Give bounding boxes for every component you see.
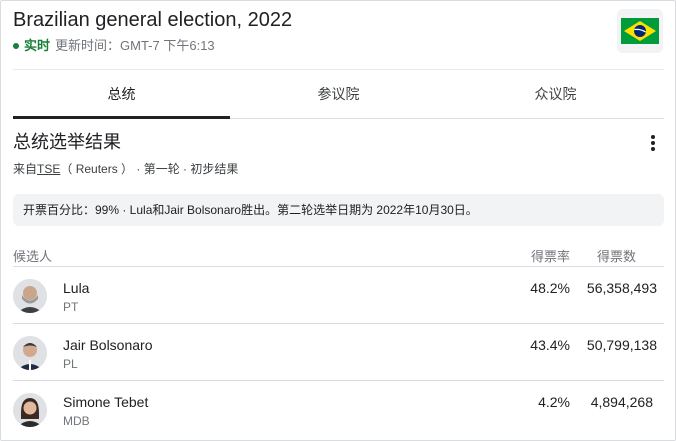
- column-candidate: 候选人: [13, 249, 53, 264]
- candidate-name: Simone Tebet: [63, 394, 149, 410]
- page-title: Brazilian general election, 2022: [13, 9, 293, 31]
- tab-senate[interactable]: 参议院: [230, 70, 447, 118]
- candidate-avatar: [13, 393, 47, 427]
- candidate-name: Jair Bolsonaro: [63, 337, 153, 353]
- table-row[interactable]: Simone Tebet MDB 4.2% 4,894,268: [13, 381, 664, 437]
- candidate-party: MDB: [63, 414, 90, 428]
- candidate-party: PT: [63, 300, 79, 314]
- table-row[interactable]: Jair Bolsonaro PL 43.4% 50,799,138: [13, 324, 664, 381]
- results-title: 总统选举结果: [13, 132, 121, 152]
- candidate-pct: 4.2%: [538, 394, 570, 410]
- counting-notice: 开票百分比：99% · Lula和Jair Bolsonaro胜出。第二轮选举日…: [13, 194, 664, 226]
- candidate-votes: 56,358,493: [586, 280, 657, 296]
- source-line: 来自TSE（ Reuters ） · 第一轮 · 初步结果: [13, 161, 238, 177]
- candidate-votes: 50,799,138: [586, 337, 657, 353]
- more-options-icon[interactable]: [643, 133, 663, 153]
- table-header: 候选人 得票率 得票数: [13, 242, 664, 267]
- live-label: 实时: [24, 38, 51, 53]
- candidate-name: Lula: [63, 280, 90, 296]
- source-suffix: （ Reuters ） · 第一轮 · 初步结果: [60, 162, 239, 176]
- candidate-pct: 43.4%: [530, 337, 570, 353]
- table-row[interactable]: Lula PT 48.2% 56,358,493: [13, 267, 664, 324]
- tab-president[interactable]: 总统: [13, 70, 230, 119]
- brazil-flag-icon: [617, 9, 663, 53]
- office-tabs: 总统 参议院 众议院: [13, 69, 664, 119]
- candidate-votes: 4,894,268: [590, 394, 653, 410]
- election-results-card: Brazilian general election, 2022 实时 更新时间…: [0, 0, 676, 441]
- column-pct: 得票率: [530, 249, 570, 264]
- live-status: 实时 更新时间：GMT-7 下午6:13: [13, 37, 215, 55]
- source-prefix: 来自: [13, 162, 38, 176]
- candidate-avatar: [13, 279, 47, 313]
- tab-chamber[interactable]: 众议院: [447, 70, 664, 118]
- candidate-avatar: [13, 336, 47, 370]
- candidate-party: PL: [63, 357, 78, 371]
- column-votes: 得票数: [596, 249, 636, 264]
- source-link[interactable]: TSE: [37, 162, 60, 176]
- updated-time: 更新时间：GMT-7 下午6:13: [55, 38, 215, 53]
- live-dot-icon: [13, 43, 19, 49]
- candidate-pct: 48.2%: [530, 280, 570, 296]
